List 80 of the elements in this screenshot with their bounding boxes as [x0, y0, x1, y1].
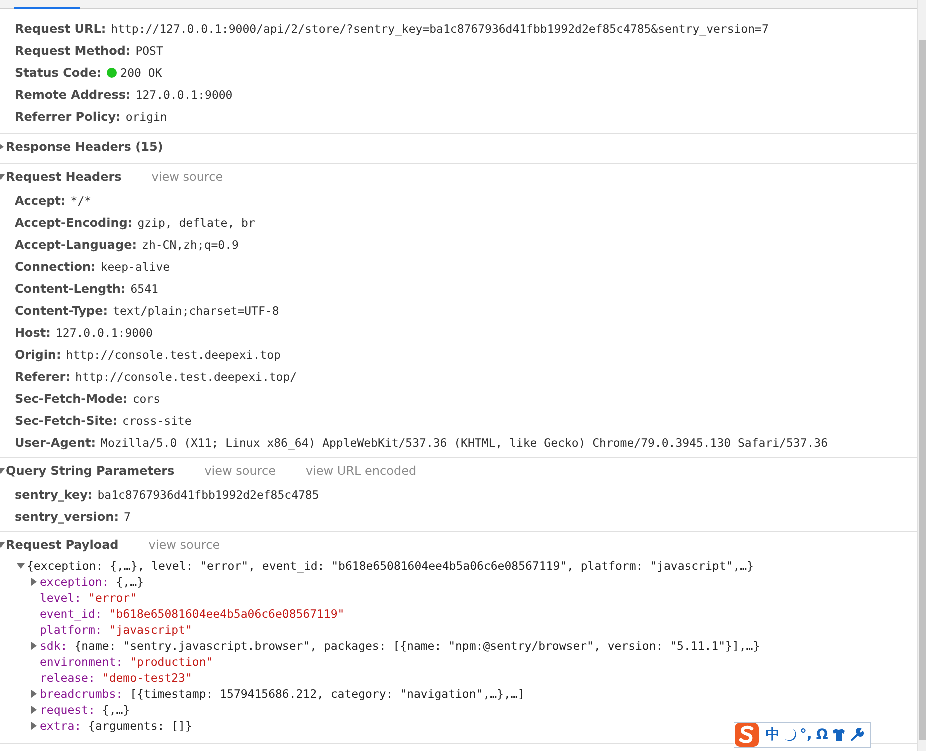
field-label: Status Code:: [15, 66, 102, 80]
field-value: 200 OK: [120, 66, 162, 80]
property-key: level:: [40, 591, 82, 605]
header-name: User-Agent:: [15, 436, 96, 450]
header-name: Content-Length:: [15, 282, 126, 296]
header-value: 127.0.0.1:9000: [56, 326, 153, 340]
header-name: Origin:: [15, 348, 62, 362]
view-source-link[interactable]: view source: [152, 170, 224, 184]
property-value: "demo-test23": [102, 671, 192, 685]
header-name: sentry_version:: [15, 510, 120, 524]
field-value: http://127.0.0.1:9000/api/2/store/?sentry_key=ba1c8767936d41fbb1992d2ef85c4785&sentry_version=7: [111, 22, 769, 36]
scrollbar[interactable]: [918, 0, 926, 751]
section-title[interactable]: Request Payload: [6, 538, 119, 552]
header-value: keep-alive: [100, 260, 170, 274]
language-mode-button[interactable]: 中: [766, 726, 780, 744]
property-value: "b618e65081604ee4b5a06c6e08567119": [109, 607, 345, 621]
header-value: http://console.test.deepexi.top: [66, 348, 281, 362]
property-key: sdk:: [40, 639, 68, 653]
field-label: Remote Address:: [15, 88, 131, 102]
section-title[interactable]: Query String Parameters: [6, 464, 175, 478]
header-value: */*: [70, 194, 92, 208]
view-source-link[interactable]: view source: [204, 464, 276, 478]
header-name: sentry_key:: [15, 488, 93, 502]
header-value: gzip, deflate, br: [138, 216, 256, 230]
header-value: 6541: [130, 282, 158, 296]
property-key: environment:: [40, 655, 124, 669]
moon-icon[interactable]: [784, 728, 796, 742]
property-key: event_id:: [40, 607, 102, 621]
property-value: {,…}: [116, 575, 144, 589]
collapsed-triangle-icon[interactable]: [30, 642, 38, 650]
field-label: Request URL:: [15, 22, 106, 36]
header-value: cross-site: [122, 414, 192, 428]
view-source-link[interactable]: view URL encoded: [306, 464, 417, 478]
header-name: Accept-Language:: [15, 238, 138, 252]
property-key: extra:: [40, 719, 82, 733]
section-title[interactable]: Response Headers (15): [6, 140, 164, 154]
header-value: cors: [132, 392, 161, 406]
property-key: exception:: [40, 575, 110, 589]
property-value: "javascript": [109, 623, 192, 637]
header-value: zh-CN,zh;q=0.9: [142, 238, 239, 252]
punctuation-button[interactable]: °,: [800, 727, 812, 743]
header-name: Accept:: [15, 194, 66, 208]
property-value: "production": [130, 655, 214, 669]
header-value: text/plain;charset=UTF-8: [113, 304, 280, 318]
symbol-button[interactable]: Ω: [816, 727, 828, 743]
property-value: {,…}: [102, 703, 130, 717]
field-value: origin: [126, 110, 168, 124]
scroll-thumb[interactable]: [918, 40, 926, 740]
property-value: {arguments: []}: [88, 719, 192, 733]
collapsed-triangle-icon[interactable]: [30, 578, 38, 586]
header-value: ba1c8767936d41fbb1992d2ef85c4785: [98, 488, 320, 502]
field-label: Referrer Policy:: [15, 110, 121, 124]
expanded-triangle-icon[interactable]: [17, 562, 25, 570]
object-summary[interactable]: {exception: {,…}, level: "error", event_id: "b618e65081604ee4b5a06c6e08567119", platform: "javascript",…}: [27, 559, 754, 573]
field-value: 127.0.0.1:9000: [136, 88, 233, 102]
header-name: Content-Type:: [15, 304, 108, 318]
logo-icon[interactable]: [734, 722, 760, 748]
header-value: 7: [124, 510, 131, 524]
header-name: Accept-Encoding:: [15, 216, 133, 230]
shirt-icon[interactable]: [832, 728, 846, 742]
property-key: platform:: [40, 623, 102, 637]
view-source-link[interactable]: view source: [148, 538, 220, 552]
property-key: breadcrumbs:: [40, 687, 124, 701]
property-key: request:: [40, 703, 96, 717]
header-name: Referer:: [15, 370, 71, 384]
section-title[interactable]: Request Headers: [6, 170, 122, 184]
header-name: Host:: [15, 326, 51, 340]
field-value: POST: [136, 44, 164, 58]
header-value: Mozilla/5.0 (X11; Linux x86_64) AppleWebKit/537.36 (KHTML, like Gecko) Chrome/79.0.3945.130 Safari/537.36: [101, 436, 828, 450]
property-value: {name: "sentry.javascript.browser", packages: [{name: "npm:@sentry/browser", version: "5.11.1"}],…}: [74, 639, 760, 653]
header-name: Sec-Fetch-Site:: [15, 414, 118, 428]
header-name: Connection:: [15, 260, 96, 274]
property-value: [{timestamp: 1579415686.212, category: "navigation",…},…]: [130, 687, 525, 701]
wrench-icon[interactable]: [850, 728, 864, 742]
active-tab-indicator: [14, 7, 80, 9]
header-name: Sec-Fetch-Mode:: [15, 392, 128, 406]
property-value: "error": [88, 591, 138, 605]
field-label: Request Method:: [15, 44, 131, 58]
header-value: http://console.test.deepexi.top/: [76, 370, 298, 384]
property-key: release:: [40, 671, 96, 685]
